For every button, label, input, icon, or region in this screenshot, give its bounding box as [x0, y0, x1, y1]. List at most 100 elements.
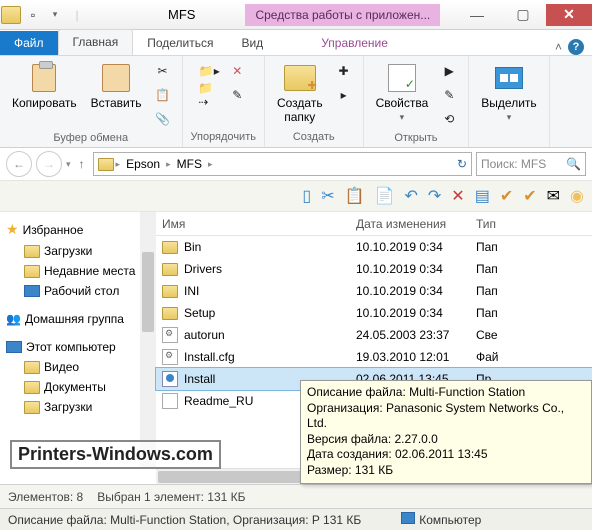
nav-video[interactable]: Видео	[4, 357, 152, 377]
up-button[interactable]: ↑	[75, 157, 89, 171]
organize-group-label: Упорядочить	[191, 129, 256, 145]
new-group-label: Создать	[293, 129, 335, 145]
select-button[interactable]: Выделить▾	[477, 60, 540, 125]
folder-icon	[162, 263, 178, 276]
breadcrumb-seg2[interactable]: MFS	[173, 157, 206, 171]
toolbar-shell-icon[interactable]: ◉	[570, 186, 584, 206]
toolbar-delete-icon[interactable]: ✕	[451, 186, 464, 206]
search-placeholder: Поиск: MFS	[481, 157, 546, 171]
copy-label: Копировать	[12, 96, 77, 110]
file-name: INI	[184, 284, 199, 298]
col-header-name[interactable]: Имя	[156, 217, 356, 231]
search-icon[interactable]: 🔍	[566, 157, 581, 171]
context-tab[interactable]: Средства работы с приложен...	[245, 4, 440, 26]
cut-icon[interactable]: ✂	[152, 60, 174, 82]
col-header-date[interactable]: Дата изменения	[356, 217, 476, 231]
nav-pane[interactable]: ★Избранное Загрузки Недавние места Рабоч…	[0, 212, 156, 468]
tab-manage[interactable]: Управление	[307, 31, 402, 55]
file-row[interactable]: Drivers10.10.2019 0:34Пап	[156, 258, 592, 280]
copy-path-icon[interactable]: 📋	[152, 84, 174, 106]
nav-homegroup[interactable]: 👥Домашняя группа	[4, 309, 152, 329]
col-header-type[interactable]: Тип	[476, 217, 526, 231]
folder-icon	[24, 401, 40, 414]
toolbar-panel-icon[interactable]: ▯	[302, 186, 311, 206]
folder-icon	[162, 285, 178, 298]
chevron-right-icon[interactable]: ▸	[208, 159, 213, 170]
file-type: Пап	[476, 240, 526, 254]
file-row[interactable]: INI10.10.2019 0:34Пап	[156, 280, 592, 302]
file-row[interactable]: autorun24.05.2003 23:37Све	[156, 324, 592, 346]
open-icon[interactable]: ▶	[438, 60, 460, 82]
rename-icon[interactable]: ✎	[226, 84, 248, 106]
toolbar-redo-icon[interactable]: ↷	[428, 186, 441, 206]
copy-button[interactable]: Копировать	[8, 60, 81, 112]
paste-button[interactable]: Вставить	[87, 60, 146, 112]
chevron-right-icon[interactable]: ▸	[116, 159, 121, 170]
toolbar-check2-icon[interactable]: ✔	[523, 186, 536, 206]
qa-folder-icon[interactable]	[0, 4, 22, 26]
breadcrumb-seg1[interactable]: Epson	[122, 157, 164, 171]
toolbar-paste-icon[interactable]: 📄	[375, 186, 395, 206]
toolbar-check-icon[interactable]: ✔	[500, 186, 513, 206]
paste-shortcut-icon[interactable]: 📎	[152, 108, 174, 130]
copyto-icon[interactable]: 📁⇢	[198, 84, 220, 106]
toolbar-props-icon[interactable]: ▤	[475, 186, 490, 206]
file-name: Setup	[184, 306, 215, 320]
breadcrumb[interactable]: ▸ Epson ▸ MFS ▸ ↻	[93, 152, 472, 176]
moveto-icon[interactable]: 📁▸	[198, 60, 220, 82]
breadcrumb-root-icon[interactable]	[98, 158, 114, 171]
nav-favorites[interactable]: ★Избранное	[4, 218, 152, 241]
edit-icon[interactable]: ✎	[438, 84, 460, 106]
minimize-button[interactable]: —	[454, 4, 500, 26]
clipboard-group-label: Буфер обмена	[53, 130, 128, 146]
file-tab[interactable]: Файл	[0, 31, 58, 55]
nav-desktop[interactable]: Рабочий стол	[4, 281, 152, 301]
refresh-icon[interactable]: ↻	[457, 157, 467, 171]
cfg-icon	[162, 327, 178, 343]
back-button[interactable]: ←	[6, 151, 32, 177]
easy-access-icon[interactable]: ▸	[333, 84, 355, 106]
toolbar-copy-icon[interactable]: 📋	[345, 186, 365, 206]
new-folder-label: Создать папку	[277, 96, 323, 124]
toolbar-undo-icon[interactable]: ↶	[404, 186, 417, 206]
recent-dropdown-icon[interactable]: ▾	[66, 159, 71, 170]
status-description: Описание файла: Multi-Function Station, …	[8, 513, 361, 527]
file-row[interactable]: Setup10.10.2019 0:34Пап	[156, 302, 592, 324]
new-folder-button[interactable]: Создать папку	[273, 60, 327, 126]
toolbar-cut-icon[interactable]: ✂	[321, 186, 334, 206]
file-date: 24.05.2003 23:37	[356, 328, 476, 342]
file-date: 10.10.2019 0:34	[356, 262, 476, 276]
folder-icon	[24, 361, 40, 374]
file-row[interactable]: Bin10.10.2019 0:34Пап	[156, 236, 592, 258]
nav-scrollbar[interactable]	[140, 212, 156, 468]
nav-thispc[interactable]: Этот компьютер	[4, 337, 152, 357]
nav-downloads2[interactable]: Загрузки	[4, 397, 152, 417]
search-input[interactable]: Поиск: MFS 🔍	[476, 152, 586, 176]
file-date: 10.10.2019 0:34	[356, 240, 476, 254]
toolbar-mail-icon[interactable]: ✉	[547, 186, 560, 206]
close-button[interactable]: ✕	[546, 4, 592, 26]
watermark: Printers-Windows.com	[10, 440, 221, 469]
file-row[interactable]: Install.cfg19.03.2010 12:01Фай	[156, 346, 592, 368]
new-item-icon[interactable]: ✚	[333, 60, 355, 82]
file-type: Пап	[476, 284, 526, 298]
chevron-right-icon[interactable]: ▸	[166, 159, 171, 170]
properties-button[interactable]: Свойства▾	[372, 60, 433, 125]
history-icon[interactable]: ⟲	[438, 108, 460, 130]
qa-props-icon[interactable]: ▫	[22, 4, 44, 26]
qa-dropdown-icon[interactable]: ▾	[44, 4, 66, 26]
file-type: Пап	[476, 306, 526, 320]
nav-downloads[interactable]: Загрузки	[4, 241, 152, 261]
help-icon[interactable]: ?	[568, 39, 584, 55]
delete-icon[interactable]: ✕	[226, 60, 248, 82]
tab-share[interactable]: Поделиться	[133, 31, 227, 55]
forward-button[interactable]: →	[36, 151, 62, 177]
file-type: Пап	[476, 262, 526, 276]
nav-documents[interactable]: Документы	[4, 377, 152, 397]
tab-view[interactable]: Вид	[227, 31, 277, 55]
nav-recent[interactable]: Недавние места	[4, 261, 152, 281]
open-group-label: Открыть	[394, 130, 437, 146]
tab-home[interactable]: Главная	[58, 29, 134, 55]
ribbon-collapse-icon[interactable]: ˄	[555, 40, 562, 54]
maximize-button[interactable]: ▢	[500, 4, 546, 26]
